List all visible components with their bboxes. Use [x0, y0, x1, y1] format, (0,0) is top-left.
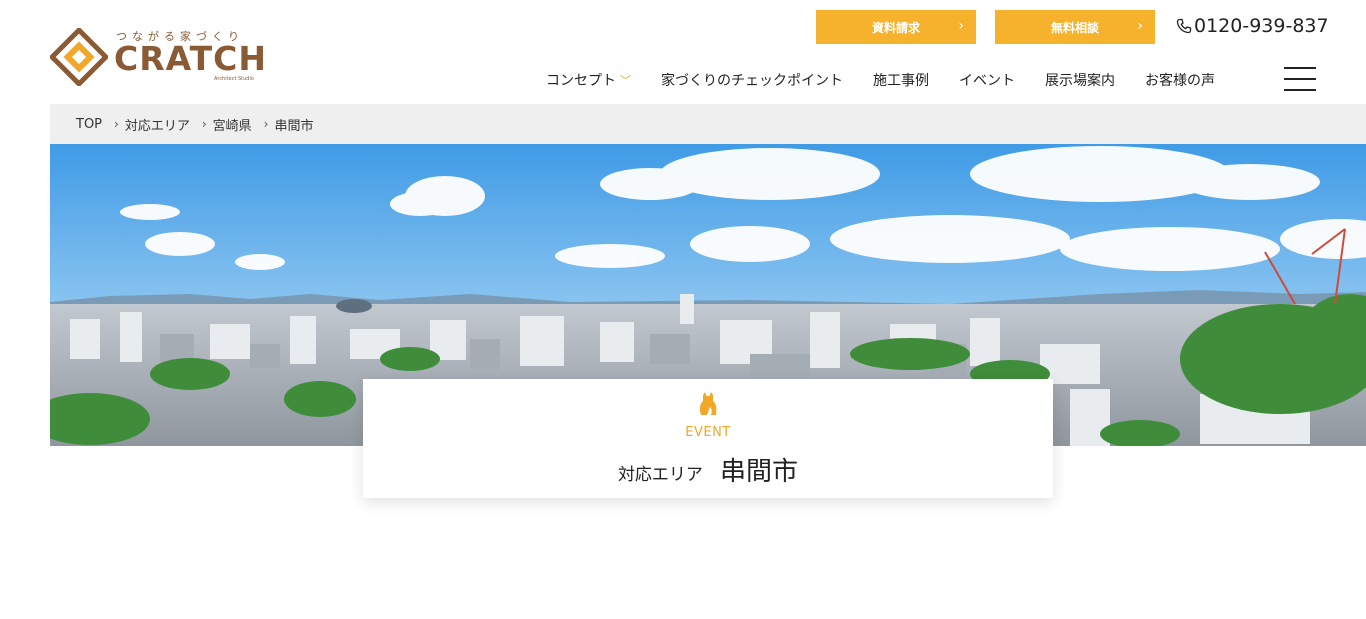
chevron-right-icon: › [1137, 18, 1143, 34]
nav-item-label: イベント [959, 73, 1015, 89]
request-documents-button[interactable]: 資料請求 › [816, 10, 976, 44]
page-title: 対応エリア 串間市 [363, 451, 1053, 488]
breadcrumb-current: 串間市 [274, 118, 314, 134]
hamburger-icon [1284, 67, 1316, 69]
site-logo[interactable]: つながる家づくり CRATCH Architect Studio [50, 26, 267, 88]
page-title-card: EVENT 対応エリア 串間市 [363, 379, 1053, 498]
free-consultation-label: 無料相談 [1050, 20, 1099, 35]
chevron-right-icon: › [114, 117, 119, 131]
breadcrumb-prefecture[interactable]: 宮崎県 [213, 115, 252, 134]
nav-item-events[interactable]: イベント [959, 70, 1015, 90]
nav-item-label: 施工事例 [873, 73, 929, 89]
nav-item-concept[interactable]: コンセプト ﹀ [546, 70, 631, 90]
hamburger-icon-bar [1284, 78, 1316, 80]
free-consultation-button[interactable]: 無料相談 › [995, 10, 1155, 44]
hamburger-menu-button[interactable] [1284, 67, 1316, 93]
page-title-prefix: 対応エリア [617, 465, 703, 485]
nav-item-checkpoints[interactable]: 家づくりのチェックポイント [661, 70, 843, 90]
chevron-down-icon: ﹀ [620, 74, 631, 87]
logo-wordmark: CRATCH [114, 39, 267, 78]
hamburger-icon-bar [1284, 89, 1316, 91]
logo-subtitle: Architect Studio [214, 76, 254, 82]
section-label: EVENT [685, 425, 731, 440]
chevron-right-icon: › [263, 117, 269, 131]
nav-item-label: 家づくりのチェックポイント [661, 73, 843, 89]
breadcrumb: TOP › 対応エリア › 宮崎県 › 串間市 [50, 104, 1366, 144]
global-nav: コンセプト ﹀ 家づくりのチェックポイント 施工事例 イベント 展示場案内 お客… [546, 68, 1215, 92]
request-documents-label: 資料請求 [871, 20, 920, 35]
cat-icon [699, 392, 717, 415]
chevron-right-icon: › [958, 18, 964, 34]
phone-number: 0120-939-837 [1194, 15, 1329, 37]
page-title-main: 串間市 [720, 457, 799, 487]
nav-item-works[interactable]: 施工事例 [873, 70, 929, 90]
logo-mark-icon [50, 28, 108, 86]
nav-item-testimonials[interactable]: お客様の声 [1145, 70, 1215, 90]
nav-item-showroom[interactable]: 展示場案内 [1045, 70, 1115, 90]
phone-icon [1176, 18, 1192, 34]
breadcrumb-top[interactable]: TOP [76, 117, 102, 132]
nav-item-label: お客様の声 [1145, 73, 1215, 89]
nav-item-label: 展示場案内 [1045, 73, 1115, 89]
nav-item-label: コンセプト [546, 73, 616, 89]
phone-link[interactable]: 0120-939-837 [1176, 14, 1329, 38]
breadcrumb-area[interactable]: 対応エリア [125, 115, 190, 134]
chevron-right-icon: › [201, 117, 207, 131]
